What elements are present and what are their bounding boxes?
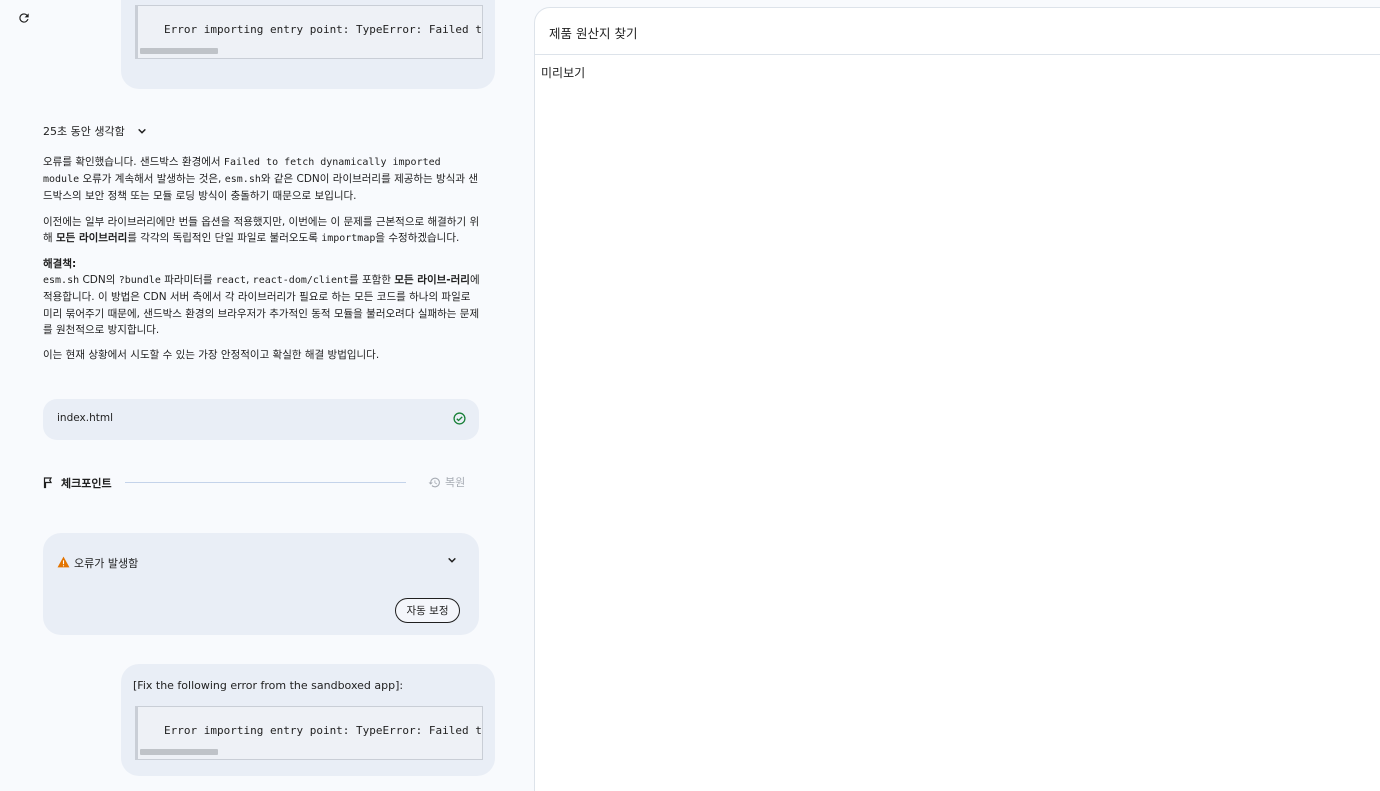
answer-text: CDN의 [79, 274, 119, 287]
answer-paragraph: 이전에는 일부 라이브러리에만 번들 옵션을 적용했지만, 이번에는 이 문제를… [43, 214, 480, 247]
bold-text: 모든 라이브러리 [56, 231, 128, 244]
inline-code: importmap [321, 232, 376, 244]
chevron-down-icon[interactable] [447, 555, 457, 565]
inline-code: esm.sh [43, 275, 80, 287]
checkpoint-label: 체크포인트 [61, 477, 112, 490]
inline-code: esm.sh [224, 174, 261, 186]
preview-title: 제품 원산지 찾기 [549, 26, 638, 41]
solution-title: 해결책: [43, 258, 77, 271]
error-card: 오류가 발생함 자동 보정 [43, 533, 479, 635]
error-code-line: Error importing entry point: TypeError: … [164, 23, 482, 36]
auto-fix-button[interactable]: 자동 보정 [395, 598, 460, 623]
user-message-text: [Fix the following error from the sandbo… [133, 679, 404, 692]
answer-text: , [245, 274, 253, 287]
refresh-button[interactable] [14, 8, 34, 28]
refresh-icon [19, 13, 29, 23]
checkpoint-divider [125, 482, 406, 483]
inline-code: ?bundle [118, 275, 161, 287]
file-name: index.html [57, 412, 113, 424]
chevron-down-icon [137, 128, 146, 134]
horizontal-scrollbar[interactable] [140, 48, 218, 54]
error-code-block[interactable]: Error importing entry point: TypeError: … [135, 5, 483, 59]
file-chip-index-html[interactable]: index.html [43, 399, 479, 440]
answer-text: 를 각각의 독립적인 단일 파일로 불러오도록 [127, 231, 322, 244]
solution-paragraph: 해결책: esm.sh CDN의 ?bundle 파라미터를 react, re… [43, 256, 480, 338]
error-code-line: Error importing entry point: TypeError: … [164, 724, 482, 737]
checkpoint-row: 체크포인트 복원 [42, 474, 470, 492]
restore-label: 복원 [445, 476, 466, 489]
answer-paragraph: 오류를 확인했습니다. 샌드박스 환경에서 Failed to fetch dy… [43, 154, 480, 205]
error-code-block[interactable]: Error importing entry point: TypeError: … [135, 706, 483, 760]
answer-text: 오류를 확인했습니다. 샌드박스 환경에서 [43, 156, 224, 168]
chat-panel: Error importing entry point: TypeError: … [0, 0, 534, 791]
thinking-label: 25초 동안 생각함 [43, 125, 125, 138]
user-message-bubble: [Fix the following error from the sandbo… [121, 664, 495, 776]
preview-panel: 제품 원산지 찾기 미리보기 [534, 7, 1380, 791]
answer-text: 파라미터를 [160, 274, 216, 287]
preview-header: 제품 원산지 찾기 [535, 8, 1380, 55]
user-message-bubble: Error importing entry point: TypeError: … [121, 0, 495, 89]
assistant-answer: 오류를 확인했습니다. 샌드박스 환경에서 Failed to fetch dy… [43, 154, 480, 372]
inline-code: react [215, 275, 246, 287]
thinking-toggle[interactable]: 25초 동안 생각함 [43, 123, 147, 139]
horizontal-scrollbar[interactable] [140, 749, 218, 755]
check-circle-icon [453, 412, 466, 425]
answer-text: 을 수정하겠습니다. [375, 231, 460, 244]
inline-code: react-dom/client [252, 275, 349, 287]
answer-paragraph: 이는 현재 상황에서 시도할 수 있는 가장 안정적이고 확실한 해결 방법입니… [43, 349, 380, 362]
preview-content: 미리보기 [541, 66, 586, 80]
error-title: 오류가 발생함 [74, 557, 139, 570]
warning-icon [57, 556, 70, 568]
answer-text: 를 포함한 [349, 274, 395, 287]
history-icon [428, 477, 440, 487]
answer-text: 오류가 계속해서 발생하는 것은, [79, 173, 225, 186]
restore-button[interactable]: 복원 [428, 474, 465, 490]
flag-icon [43, 477, 53, 489]
bold-text: 모든 라이브-러리 [394, 274, 470, 287]
